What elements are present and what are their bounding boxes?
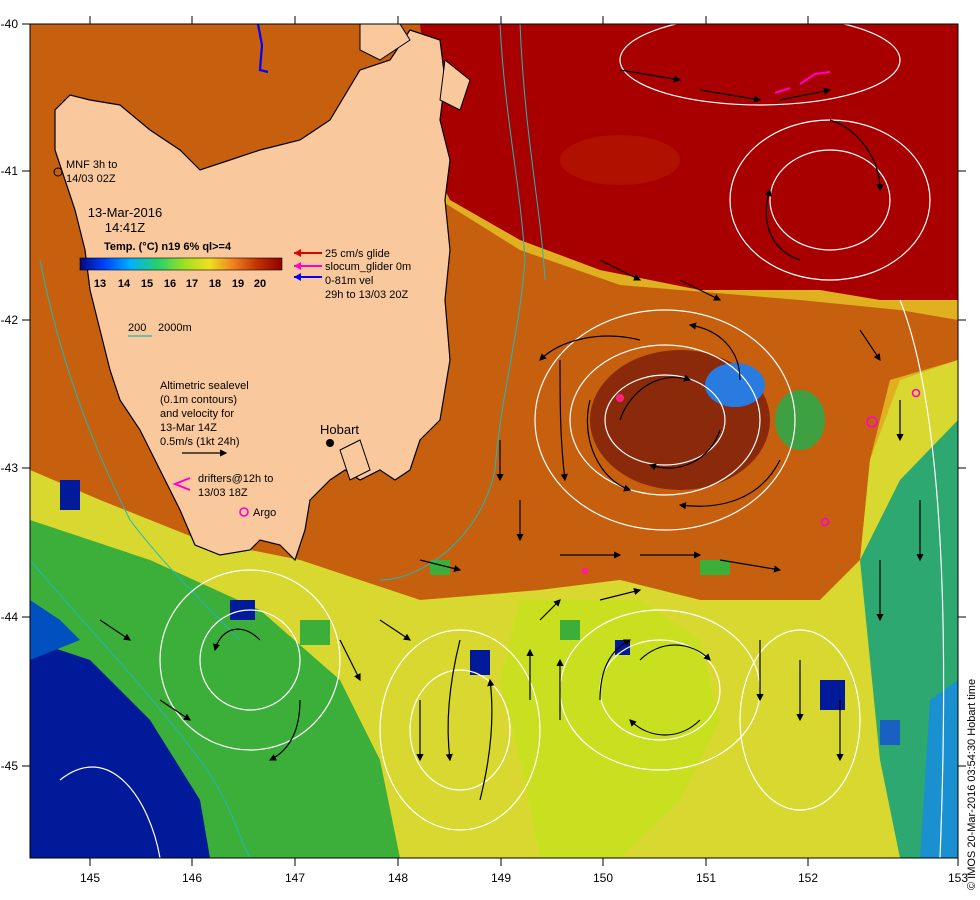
mnf-label-line1: MNF 3h to [66,159,117,171]
lon-tick-label: 151 [696,871,716,885]
colorbar-tick: 14 [118,278,131,290]
colorbar-tick: 15 [141,278,153,290]
drifter-point [616,394,624,402]
colorbar-tick: 13 [94,278,106,290]
colorbar-tick: 17 [186,278,198,290]
sst-map: 145 146 147 148 149 150 151 152 153 -40 … [1,16,978,890]
colorbar [79,257,283,271]
mnf-label-line2: 14/03 02Z [66,173,116,185]
lon-tick-label: 150 [593,871,613,885]
colorbar-tick: 16 [164,278,176,290]
lon-tick-label: 149 [491,871,511,885]
drifters-legend-line1: drifters@12h to [198,473,273,485]
alt-legend-line3: and velocity for [160,408,234,420]
lat-tick-label: -43 [1,461,19,475]
glider-legend-line4: 29h to 13/03 20Z [325,289,408,301]
lat-tick-label: -45 [1,759,19,773]
temp-title: Temp. (°C) n19 6% ql>=4 [104,241,232,253]
alt-legend-line1: Altimetric sealevel [160,380,249,392]
lat-tick-label: -44 [1,610,19,624]
alt-legend-line5: 0.5m/s (1kt 24h) [160,436,239,448]
bathy-label-200: 200 [128,322,146,334]
image-date: 13-Mar-2016 [88,205,162,220]
lon-tick-label: 148 [388,871,408,885]
drifters-legend-line2: 13/03 18Z [198,487,248,499]
colorbar-tick: 18 [209,278,221,290]
alt-legend-line2: (0.1m contours) [160,394,237,406]
lat-tick-label: -41 [1,164,19,178]
glider-legend-line3: 0-81m vel [325,275,373,287]
hobart-marker [326,439,334,447]
glider-legend-line1: 25 cm/s glide [325,248,390,260]
lat-tick-label: -40 [1,17,19,31]
lon-tick-label: 146 [182,871,202,885]
bathy-label-2000: 2000m [158,322,192,334]
image-time: 14:41Z [105,220,146,235]
lat-tick-label: -42 [1,313,19,327]
alt-legend-line4: 13-Mar 14Z [160,422,217,434]
credit-text: © IMOS 20-Mar-2016 03:54:30 Hobart time [966,679,978,890]
colorbar-tick: 19 [232,278,244,290]
drifter-point [581,567,589,575]
colorbar-tick: 20 [254,278,266,290]
lon-tick-label: 147 [285,871,305,885]
argo-legend-label: Argo [253,507,276,519]
lon-tick-label: 152 [798,871,818,885]
hobart-label: Hobart [320,422,359,437]
lon-tick-label: 145 [80,871,100,885]
glider-legend-line2: slocum_glider 0m [325,261,411,273]
